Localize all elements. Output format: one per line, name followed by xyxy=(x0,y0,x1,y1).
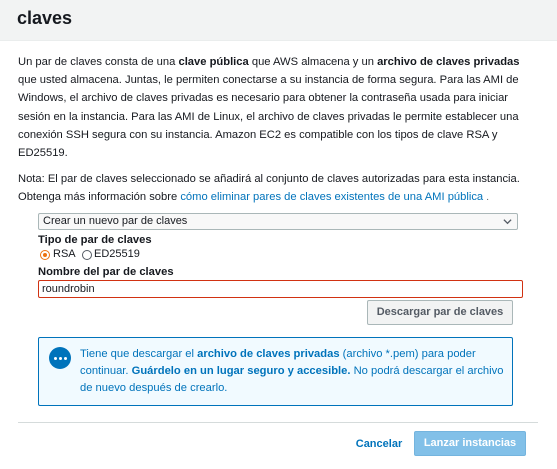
radio-rsa[interactable] xyxy=(40,250,50,260)
chevron-down-icon xyxy=(503,219,512,225)
footer-divider xyxy=(18,422,538,423)
remove-key-pairs-link[interactable]: cómo eliminar pares de claves existentes… xyxy=(180,191,483,203)
key-name-input[interactable]: roundrobin xyxy=(38,280,523,298)
intro-text-3: que usted almacena. Juntas, le permiten … xyxy=(18,74,519,160)
launch-instances-button[interactable]: Lanzar instancias xyxy=(414,431,526,456)
alert-text: Tiene que descargar el archivo de claves… xyxy=(80,346,508,397)
intro-paragraph: Un par de claves consta de una clave púb… xyxy=(18,53,538,162)
key-pair-select[interactable]: Crear un nuevo par de claves xyxy=(38,213,518,230)
info-speech-bubble-icon xyxy=(49,347,71,369)
dialog-header: claves xyxy=(0,0,557,41)
note-paragraph: Nota: El par de claves seleccionado se a… xyxy=(18,170,538,207)
download-key-pair-button[interactable]: Descargar par de claves xyxy=(367,300,513,325)
dialog-title: claves xyxy=(17,8,73,28)
radio-ed25519[interactable] xyxy=(82,250,92,260)
radio-ed25519-label: ED25519 xyxy=(94,248,140,260)
key-pair-select-value: Crear un nuevo par de claves xyxy=(43,215,188,227)
key-name-label: Nombre del par de claves xyxy=(38,266,174,278)
alert-bold-save-secure: Guárdelo en un lugar seguro y accesible. xyxy=(131,365,351,377)
download-info-alert: Tiene que descargar el archivo de claves… xyxy=(38,337,513,406)
intro-text-1: Un par de claves consta de una xyxy=(18,56,179,68)
alert-text-1: Tiene que descargar el xyxy=(80,348,198,360)
intro-bold-private-key-file: archivo de claves privadas xyxy=(377,56,520,68)
radio-rsa-label: RSA xyxy=(53,248,76,260)
alert-bold-private-key-file: archivo de claves privadas xyxy=(197,348,340,360)
intro-bold-public-key: clave pública xyxy=(178,56,249,68)
key-type-label: Tipo de par de claves xyxy=(38,234,152,246)
intro-text-2: que AWS almacena y un xyxy=(248,56,378,68)
external-link-icon: . xyxy=(486,192,490,204)
cancel-button[interactable]: Cancelar xyxy=(352,434,406,454)
